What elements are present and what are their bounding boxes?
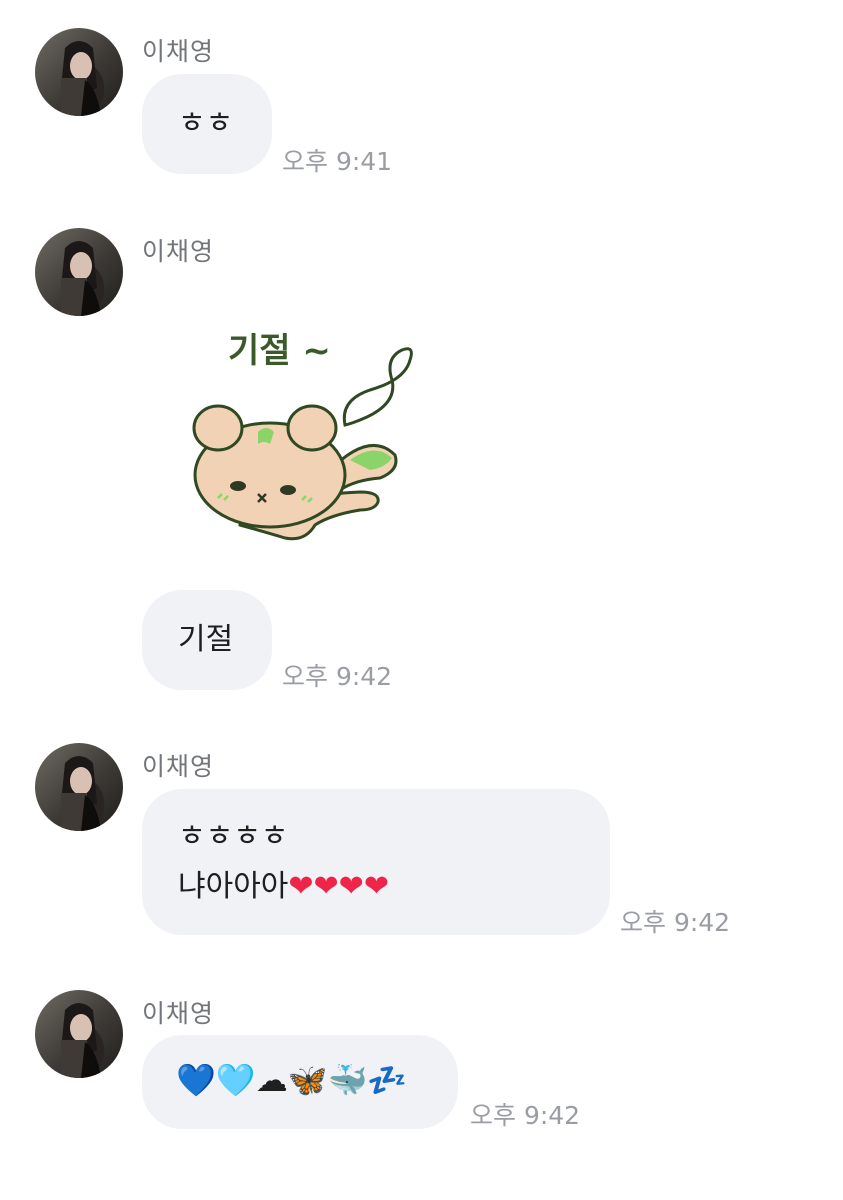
message-text-line-1: ㅎㅎㅎㅎ <box>178 819 289 854</box>
message-time: 오후 9:41 <box>282 147 393 176</box>
fainting-bear-sticker[interactable]: 기절 ~ <box>180 320 430 550</box>
message-bubble[interactable]: 기절 <box>142 590 272 690</box>
sender-name: 이채영 <box>142 999 215 1028</box>
message-time: 오후 9:42 <box>620 908 731 937</box>
avatar[interactable] <box>35 990 123 1078</box>
message-text: 냐아아아 <box>178 869 289 904</box>
avatar[interactable] <box>35 28 123 116</box>
avatar[interactable] <box>35 228 123 316</box>
message-bubble[interactable]: ㅎㅎ <box>142 74 272 174</box>
sender-name: 이채영 <box>142 37 215 66</box>
message-time: 오후 9:42 <box>282 662 393 691</box>
message-text: 기절 <box>178 622 234 657</box>
emoji-text: 💙🩵☁🦋🐳💤 <box>176 1061 408 1099</box>
message-bubble[interactable]: 💙🩵☁🦋🐳💤 <box>142 1035 458 1129</box>
message-bubble[interactable]: ㅎㅎㅎㅎ 냐아아아❤❤❤❤ <box>142 789 610 935</box>
message-text-line-2: 냐아아아❤❤❤❤ <box>178 867 389 907</box>
sender-name: 이채영 <box>142 237 215 266</box>
sticker-caption: 기절 ~ <box>228 331 331 371</box>
heart-emoji: ❤❤❤❤ <box>288 869 389 904</box>
message-time: 오후 9:42 <box>470 1101 581 1130</box>
avatar[interactable] <box>35 743 123 831</box>
sender-name: 이채영 <box>142 752 215 781</box>
message-text: ㅎㅎ <box>178 106 234 141</box>
